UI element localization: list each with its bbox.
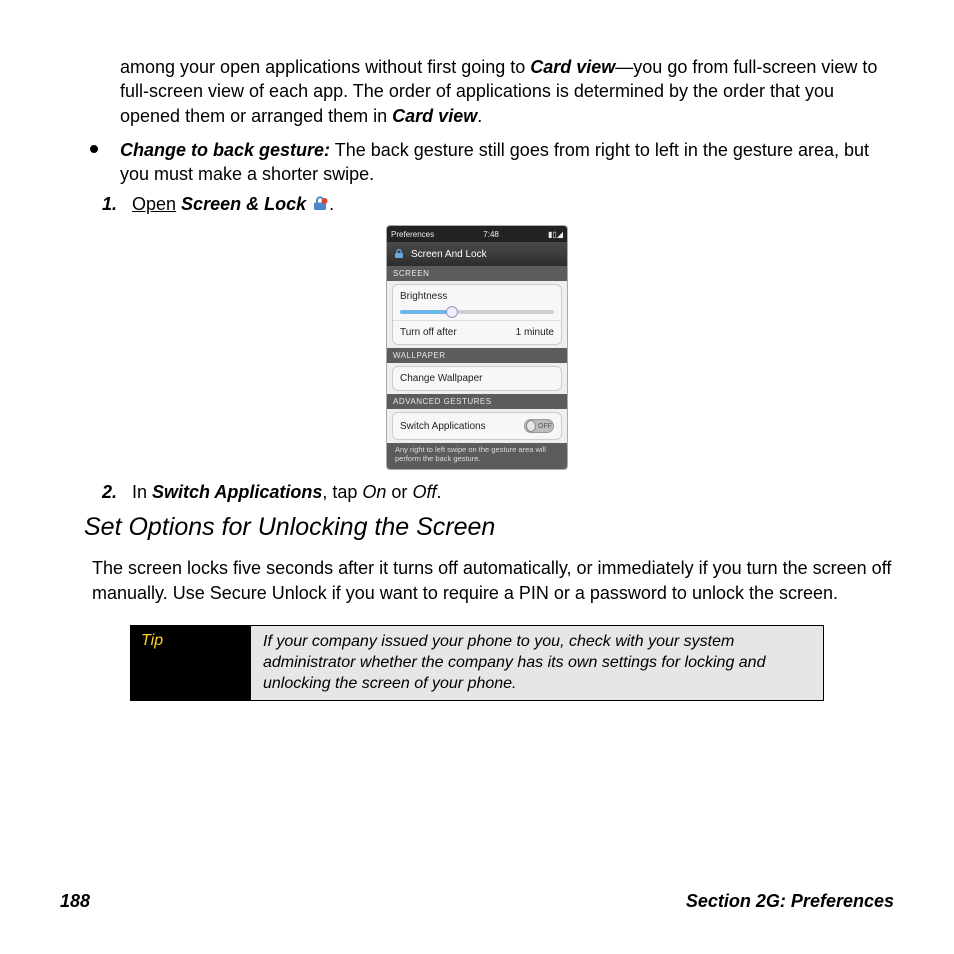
status-time: 7:48 xyxy=(483,230,499,239)
off-term: Off xyxy=(412,482,436,502)
app-header: Screen And Lock xyxy=(387,242,567,266)
switch-apps-toggle[interactable]: OFF xyxy=(524,419,554,433)
brightness-slider[interactable] xyxy=(400,310,554,314)
gestures-card: Switch Applications OFF xyxy=(392,412,562,440)
card-view-term-2: Card view xyxy=(392,106,477,126)
step-2-t1: In xyxy=(132,482,152,502)
slider-thumb[interactable] xyxy=(446,306,458,318)
turn-off-row[interactable]: Turn off after 1 minute xyxy=(400,327,554,338)
phone-mockup: Preferences 7:48 ▮▯◢ Screen And Lock SCR… xyxy=(386,225,568,470)
step-2-t2: , tap xyxy=(322,482,362,502)
unlock-description: The screen locks five seconds after it t… xyxy=(92,556,894,605)
section-heading-unlocking: Set Options for Unlocking the Screen xyxy=(84,513,894,542)
page-number: 188 xyxy=(60,891,90,912)
wallpaper-section-header: WALLPAPER xyxy=(387,348,567,363)
screen-and-lock-app: Screen & Lock xyxy=(176,194,311,214)
app-header-title: Screen And Lock xyxy=(411,249,487,260)
lock-icon xyxy=(393,248,405,260)
step-2: 2. In Switch Applications, tap On or Off… xyxy=(102,482,894,503)
turn-off-label: Turn off after xyxy=(400,327,457,338)
intro-text-3: . xyxy=(477,106,482,126)
tip-box: Tip If your company issued your phone to… xyxy=(130,625,824,701)
step-1-period: . xyxy=(329,194,334,214)
lock-app-icon xyxy=(311,194,329,214)
screen-card: Brightness Turn off after 1 minute xyxy=(392,284,562,345)
gesture-hint: Any right to left swipe on the gesture a… xyxy=(387,443,567,469)
brightness-label: Brightness xyxy=(400,291,554,302)
bullet-label: Change to back gesture: xyxy=(120,140,330,160)
bullet-icon xyxy=(90,145,98,153)
switch-applications-term: Switch Applications xyxy=(152,482,322,502)
divider xyxy=(393,320,561,321)
turn-off-value: 1 minute xyxy=(516,327,554,338)
signal-icon: ▮▯◢ xyxy=(548,230,563,239)
intro-paragraph: among your open applications without fir… xyxy=(120,55,894,128)
toggle-state: OFF xyxy=(538,423,552,430)
tip-body: If your company issued your phone to you… xyxy=(251,626,823,700)
section-label: Section 2G: Preferences xyxy=(686,891,894,912)
gestures-section-header: ADVANCED GESTURES xyxy=(387,394,567,409)
status-app: Preferences xyxy=(391,230,434,239)
intro-text-1: among your open applications without fir… xyxy=(120,57,530,77)
page-footer: 188 Section 2G: Preferences xyxy=(60,891,894,912)
step-1: 1. Open Screen & Lock . xyxy=(102,194,894,215)
step-2-number: 2. xyxy=(102,482,132,503)
toggle-knob xyxy=(526,420,536,432)
phone-screenshot-figure: Preferences 7:48 ▮▯◢ Screen And Lock SCR… xyxy=(60,225,894,470)
tip-label: Tip xyxy=(131,626,251,700)
card-view-term: Card view xyxy=(530,57,615,77)
change-wallpaper-label: Change Wallpaper xyxy=(400,373,482,384)
screen-section-header: SCREEN xyxy=(387,266,567,281)
switch-apps-label: Switch Applications xyxy=(400,421,486,432)
bullet-change-back-gesture: Change to back gesture: The back gesture… xyxy=(90,138,894,187)
status-bar: Preferences 7:48 ▮▯◢ xyxy=(387,226,567,242)
open-link: Open xyxy=(132,194,176,214)
on-term: On xyxy=(362,482,386,502)
step-2-t3: or xyxy=(386,482,412,502)
step-1-number: 1. xyxy=(102,194,132,215)
wallpaper-card[interactable]: Change Wallpaper xyxy=(392,366,562,391)
step-2-t4: . xyxy=(436,482,441,502)
